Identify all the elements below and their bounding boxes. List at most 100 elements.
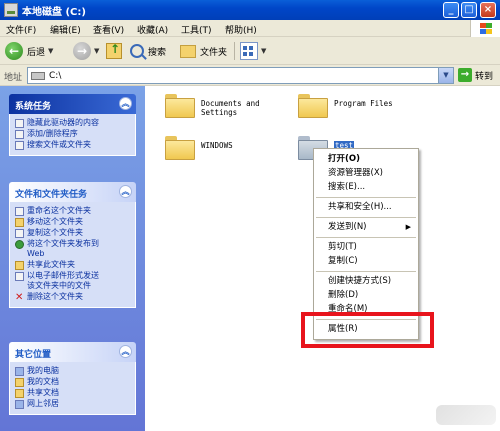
task-search-files[interactable]: 搜索文件或文件夹 — [15, 140, 131, 150]
minimize-button[interactable]: _ — [443, 2, 459, 18]
back-button[interactable]: ← 后退 ▼ — [5, 41, 53, 61]
network-icon — [15, 400, 24, 409]
file-tasks-body: 重命名这个文件夹 移动这个文件夹 复制这个文件夹 将这个文件夹发布到 Web 共享… — [9, 202, 136, 308]
task-pane: 系统任务 ︽ 隐藏此驱动器的内容 添加/删除程序 搜索文件或文件夹 文件和文件夹… — [0, 86, 145, 431]
menu-separator — [316, 271, 416, 272]
globe-icon — [15, 240, 24, 249]
folder-name: Program Files — [334, 99, 393, 108]
place-my-computer[interactable]: 我的电脑 — [15, 366, 131, 376]
close-button[interactable]: × — [480, 2, 496, 18]
ctx-create-shortcut[interactable]: 创建快捷方式(S) — [315, 275, 417, 288]
menu-file[interactable]: 文件(F) — [6, 23, 36, 36]
folders-button[interactable]: 文件夹 — [180, 41, 227, 61]
views-icon — [240, 42, 258, 60]
window-title: 本地磁盘 (C:) — [22, 7, 86, 18]
task-move-folder[interactable]: 移动这个文件夹 — [15, 217, 131, 227]
menu-view[interactable]: 查看(V) — [93, 23, 124, 36]
menu-edit[interactable]: 编辑(E) — [50, 23, 81, 36]
ctx-cut[interactable]: 剪切(T) — [315, 241, 417, 254]
watermark-logo — [436, 405, 496, 425]
system-tasks-body: 隐藏此驱动器的内容 添加/删除程序 搜索文件或文件夹 — [9, 114, 136, 156]
other-places-body: 我的电脑 我的文档 共享文档 网上邻居 — [9, 362, 136, 415]
up-folder-icon — [106, 42, 122, 59]
ctx-open[interactable]: 打开(O) — [315, 153, 417, 166]
submenu-arrow-icon: ▶ — [405, 223, 411, 231]
task-delete-folder[interactable]: ✕ 删除这个文件夹 — [15, 292, 131, 303]
collapse-icon[interactable]: ︽ — [119, 345, 132, 358]
copy-icon — [15, 229, 24, 238]
forward-button[interactable]: → ▼ — [73, 41, 99, 61]
search-icon — [15, 141, 24, 150]
folder-icon — [165, 94, 195, 118]
task-publish-web[interactable]: 将这个文件夹发布到 Web — [15, 239, 131, 259]
views-button[interactable]: ▼ — [240, 41, 266, 61]
system-tasks-title: 系统任务 — [15, 102, 52, 112]
folder-name: Documents and — [201, 99, 260, 108]
place-network[interactable]: 网上邻居 — [15, 399, 131, 409]
collapse-icon[interactable]: ︽ — [119, 97, 132, 110]
folder-name: Settings — [201, 108, 238, 117]
task-rename-folder[interactable]: 重命名这个文件夹 — [15, 206, 131, 216]
go-label: 转到 — [475, 71, 494, 82]
shared-documents-icon — [15, 389, 24, 398]
menu-favorites[interactable]: 收藏(A) — [137, 23, 168, 36]
search-button[interactable]: 搜索 — [130, 41, 166, 61]
chevron-down-icon: ▼ — [94, 47, 100, 55]
place-shared-documents[interactable]: 共享文档 — [15, 388, 131, 398]
folder-item[interactable]: Documents and Settings — [165, 94, 260, 118]
address-value: C:\ — [49, 71, 62, 81]
maximize-button[interactable]: □ — [461, 2, 477, 18]
toolbar: ← 后退 ▼ → ▼ 搜索 文件夹 ▼ — [0, 37, 500, 65]
address-bar: 地址 C:\ ▼ → 转到 — [0, 65, 500, 86]
drive-icon — [31, 72, 45, 80]
address-input[interactable]: C:\ ▼ — [27, 67, 454, 84]
go-button[interactable]: → 转到 — [458, 68, 493, 82]
folders-label: 文件夹 — [200, 47, 228, 58]
up-folder-button[interactable] — [106, 41, 122, 61]
drive-icon — [4, 3, 18, 17]
task-hide-drive-contents[interactable]: 隐藏此驱动器的内容 — [15, 118, 131, 128]
ctx-copy[interactable]: 复制(C) — [315, 255, 417, 268]
my-computer-icon — [15, 367, 24, 376]
ctx-send-to-label: 发送到(N) — [328, 222, 367, 232]
menu-separator — [316, 237, 416, 238]
file-tasks-header[interactable]: 文件和文件夹任务 ︽ — [9, 182, 136, 202]
collapse-icon[interactable]: ︽ — [119, 185, 132, 198]
title-bar: 本地磁盘 (C:) _ □ × — [0, 0, 500, 20]
file-tasks-title: 文件和文件夹任务 — [15, 190, 88, 200]
folder-item[interactable]: Program Files — [298, 94, 393, 118]
other-places-header[interactable]: 其它位置 ︽ — [9, 342, 136, 362]
search-icon — [130, 44, 144, 58]
other-places-panel: 其它位置 ︽ 我的电脑 我的文档 共享文档 网上邻居 — [9, 342, 136, 415]
menu-bar: 文件(F) 编辑(E) 查看(V) 收藏(A) 工具(T) 帮助(H) — [0, 20, 500, 37]
place-my-documents[interactable]: 我的文档 — [15, 377, 131, 387]
ctx-search[interactable]: 搜索(E)... — [315, 181, 417, 194]
ctx-send-to[interactable]: 发送到(N) ▶ — [315, 221, 417, 234]
address-dropdown-button[interactable]: ▼ — [438, 68, 453, 83]
task-email-files[interactable]: 以电子邮件形式发送 该文件夹中的文件 — [15, 271, 131, 291]
forward-arrow-icon: → — [73, 42, 91, 60]
email-icon — [15, 272, 24, 281]
back-arrow-icon: ← — [5, 42, 23, 60]
folder-item[interactable]: WINDOWS — [165, 136, 233, 160]
folder-icon — [298, 94, 328, 118]
system-tasks-panel: 系统任务 ︽ 隐藏此驱动器的内容 添加/删除程序 搜索文件或文件夹 — [9, 94, 136, 156]
chevron-down-icon: ▼ — [261, 47, 267, 55]
ctx-delete[interactable]: 删除(D) — [315, 289, 417, 302]
folder-name: WINDOWS — [201, 141, 233, 150]
chevron-down-icon: ▼ — [48, 47, 54, 55]
ctx-sharing-security[interactable]: 共享和安全(H)... — [315, 201, 417, 214]
task-share-folder[interactable]: 共享此文件夹 — [15, 260, 131, 270]
ctx-explore[interactable]: 资源管理器(X) — [315, 167, 417, 180]
system-tasks-header[interactable]: 系统任务 ︽ — [9, 94, 136, 114]
go-arrow-icon: → — [458, 68, 472, 82]
task-copy-folder[interactable]: 复制这个文件夹 — [15, 228, 131, 238]
toolbar-separator — [234, 42, 235, 60]
back-label: 后退 — [27, 47, 46, 58]
move-icon — [15, 218, 24, 227]
task-add-remove-programs[interactable]: 添加/删除程序 — [15, 129, 131, 139]
menu-tools[interactable]: 工具(T) — [181, 23, 212, 36]
delete-icon: ✕ — [15, 292, 24, 303]
file-tasks-panel: 文件和文件夹任务 ︽ 重命名这个文件夹 移动这个文件夹 复制这个文件夹 将这个文… — [9, 182, 136, 308]
menu-help[interactable]: 帮助(H) — [225, 23, 257, 36]
